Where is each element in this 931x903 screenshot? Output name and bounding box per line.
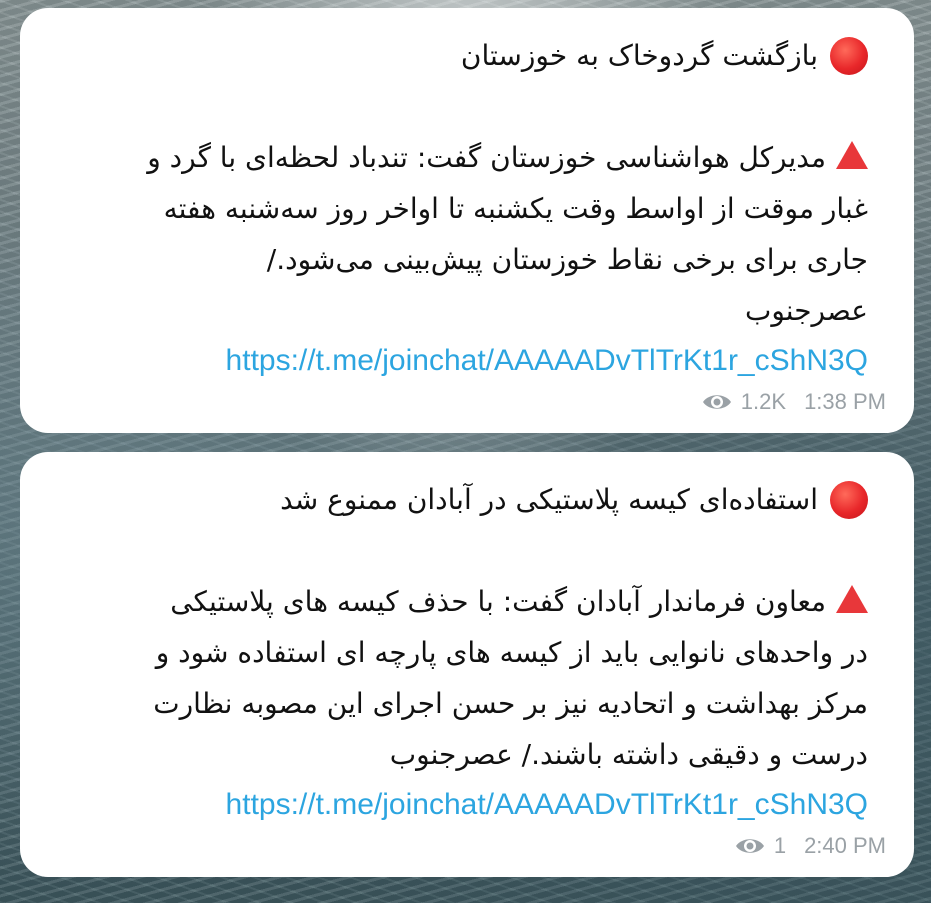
red-triangle-icon [836,141,868,169]
eye-icon [702,395,731,409]
view-count: 1.2K [740,389,787,414]
message-body-line: غبار موقت از اواسط وقت یکشنبه تا اواخر ر… [163,192,868,225]
invite-link[interactable]: https://t.me/joinchat/AAAAADvTlTrKt1r_cS… [66,336,868,386]
invite-link[interactable]: https://t.me/joinchat/AAAAADvTlTrKt1r_cS… [66,780,868,830]
message-time: 2:40 PM [804,833,886,858]
red-circle-icon [830,36,868,75]
headline-text: استفاده‌ای کیسه پلاستیکی در آبادان ممنوع… [280,483,818,516]
body-text: مدیرکل هواشناسی خوزستان گفت: تندباد لحظه… [147,141,826,174]
view-count: 1 [773,833,787,858]
body-text: معاون فرماندار آبادان گفت: با حذف کیسه ه… [170,585,826,618]
message-time: 1:38 PM [804,389,886,414]
message-meta: 1 2:40 PM [734,833,886,859]
message-body-line: معاون فرماندار آبادان گفت: با حذف کیسه ه… [66,576,868,627]
red-triangle-icon [836,585,868,613]
message-body-line: در واحدهای نانوایی باید از کیسه های پارچ… [155,636,868,669]
message-body-line: مرکز بهداشت و اتحادیه نیز بر حسن اجرای ا… [153,687,868,720]
message-bubble[interactable]: بازگشت گردوخاک به خوزستان مدیرکل هواشناس… [20,8,914,433]
message-body-line: جاری برای برخی نقاط خوزستان پیش‌بینی می‌… [266,243,868,276]
message-headline: استفاده‌ای کیسه پلاستیکی در آبادان ممنوع… [66,474,868,525]
message-bubble[interactable]: استفاده‌ای کیسه پلاستیکی در آبادان ممنوع… [20,452,914,877]
eye-icon [735,839,764,853]
message-body-line: عصرجنوب [744,294,868,327]
headline-text: بازگشت گردوخاک به خوزستان [460,39,818,72]
message-body-line: مدیرکل هواشناسی خوزستان گفت: تندباد لحظه… [66,132,868,183]
message-body-line: درست و دقیقی داشته باشند./ عصرجنوب [389,738,868,771]
red-circle-icon [830,480,868,519]
message-meta: 1.2K 1:38 PM [701,389,886,415]
message-headline: بازگشت گردوخاک به خوزستان [66,30,868,81]
